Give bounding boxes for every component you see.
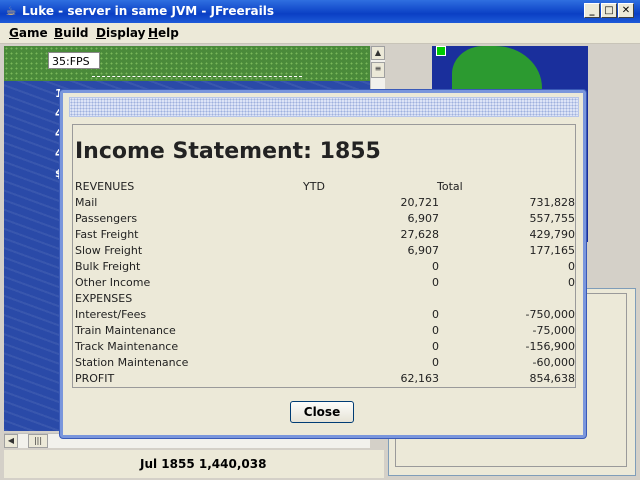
row-total: 0 (568, 260, 575, 273)
menu-game[interactable]: Game (9, 26, 48, 40)
row-label: Interest/Fees (75, 308, 147, 321)
row-label: Other Income (75, 276, 151, 289)
scroll-left-icon[interactable]: ◀ (4, 434, 18, 448)
income-statement-report: Income Statement: 1855 REVENUES YTD Tota… (72, 124, 576, 388)
row-total: 0 (568, 276, 575, 289)
close-button[interactable]: Close (290, 401, 354, 423)
row-label: Fast Freight (75, 228, 139, 241)
row-ytd: 0 (432, 308, 439, 321)
row-total: 557,755 (529, 212, 576, 225)
row-total: 429,790 (529, 228, 576, 241)
minimize-button[interactable]: _ (584, 3, 600, 18)
minimap-viewport-marker[interactable] (436, 46, 446, 56)
row-total: -750,000 (525, 308, 575, 321)
scroll-thumb[interactable]: ||| (28, 434, 48, 448)
row-ytd: 0 (432, 260, 439, 273)
row-ytd: 6,907 (407, 212, 440, 225)
row-ytd: 20,721 (400, 196, 440, 209)
java-coffee-cup-icon: ☕ (5, 4, 17, 18)
row-ytd: 0 (432, 276, 439, 289)
row-label: Station Maintenance (75, 356, 189, 369)
station-selection-outline (92, 76, 302, 91)
menu-display[interactable]: Display (96, 26, 145, 40)
menu-build[interactable]: Build (54, 26, 89, 40)
close-window-button[interactable]: ✕ (618, 3, 634, 18)
profit-ytd: 62,163 (400, 372, 440, 385)
row-ytd: 0 (432, 324, 439, 337)
menu-help[interactable]: Help (148, 26, 179, 40)
row-ytd: 0 (432, 356, 439, 369)
row-total: -60,000 (532, 356, 575, 369)
scroll-thumb[interactable]: ≡ (371, 62, 385, 78)
date-cash-readout: Jul 1855 1,440,038 (140, 457, 267, 471)
expenses-section-label: EXPENSES (75, 292, 133, 305)
row-ytd: 27,628 (400, 228, 440, 241)
row-label: Slow Freight (75, 244, 143, 257)
row-total: 731,828 (529, 196, 576, 209)
row-label: Bulk Freight (75, 260, 141, 273)
window-titlebar[interactable]: ☕ Luke - server in same JVM - JFreerails… (0, 0, 640, 23)
row-label: Train Maintenance (75, 324, 176, 337)
report-heading: Income Statement: 1855 (75, 139, 381, 164)
row-total: -156,900 (525, 340, 575, 353)
fps-counter: 35:FPS (48, 52, 100, 69)
menubar: Game Build Display Help (0, 23, 640, 44)
profit-total: 854,638 (529, 372, 576, 385)
ytd-column-header: YTD (303, 180, 325, 193)
row-label: Mail (75, 196, 98, 209)
maximize-button[interactable]: □ (601, 3, 617, 18)
dialog-titlebar[interactable] (69, 97, 579, 117)
income-statement-dialog: Income Statement: 1855 REVENUES YTD Tota… (60, 90, 586, 438)
row-ytd: 6,907 (407, 244, 440, 257)
window-title: Luke - server in same JVM - JFreerails (22, 4, 274, 18)
row-total: 177,165 (529, 244, 576, 257)
row-total: -75,000 (532, 324, 575, 337)
total-column-header: Total (437, 180, 463, 193)
row-label: Track Maintenance (75, 340, 179, 353)
row-ytd: 0 (432, 340, 439, 353)
row-label: Passengers (75, 212, 138, 225)
profit-label: PROFIT (75, 372, 115, 385)
scroll-up-icon[interactable]: ▲ (371, 46, 385, 60)
revenues-section-label: REVENUES (75, 180, 135, 193)
